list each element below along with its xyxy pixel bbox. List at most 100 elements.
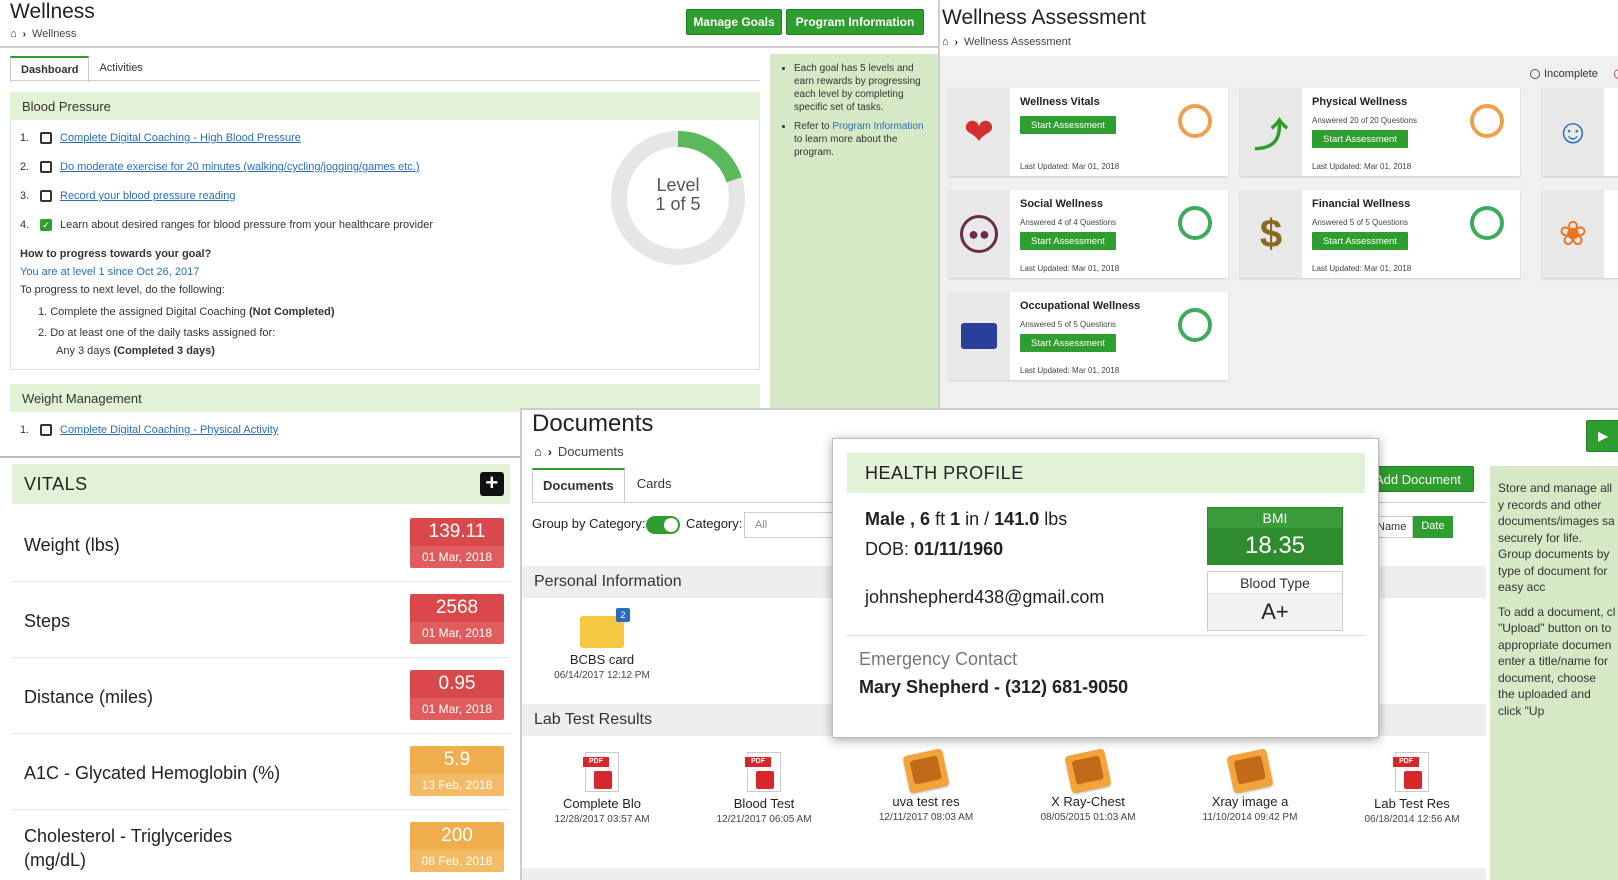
dollar-icon: $: [1259, 211, 1283, 256]
task-item: 2. Do moderate exercise for 20 minutes (…: [20, 161, 420, 173]
manage-goals-button[interactable]: Manage Goals: [686, 9, 782, 35]
breadcrumb-current: Wellness Assessment: [964, 36, 1071, 48]
home-icon[interactable]: ⌂: [10, 28, 17, 40]
sidebar-note: Refer to Program Information to learn mo…: [794, 120, 932, 159]
legend: Incomplete: [1530, 68, 1618, 80]
task-link[interactable]: Complete Digital Coaching - High Blood P…: [60, 132, 301, 144]
page-title: Wellness: [10, 0, 95, 23]
circle-outline-icon: [1613, 69, 1618, 79]
sidebar-note: Each goal has 5 levels and earn rewards …: [794, 62, 932, 114]
breadcrumb: ⌂ › Wellness Assessment: [942, 36, 1071, 48]
task-link[interactable]: Do moderate exercise for 20 minutes (wal…: [60, 161, 420, 173]
sort-control: Name Date: [1370, 516, 1453, 538]
vitals-panel: VITALS + Weight (lbs) 139.11 01 Mar, 201…: [0, 456, 520, 880]
level-donut: Level 1 of 5: [610, 130, 746, 266]
task-item: 3. Record your blood pressure reading: [20, 190, 236, 202]
task-item: 4. ✓ Learn about desired ranges for bloo…: [20, 219, 433, 231]
documents-tabs: Documents Cards: [532, 468, 683, 502]
tab-activities[interactable]: Activities: [89, 56, 152, 83]
pdf-file-icon: PDF: [583, 752, 619, 792]
circle-outline-icon: [1530, 69, 1540, 79]
document-item[interactable]: PDF Complete Blo 12/28/2017 03:57 AM: [532, 752, 672, 825]
pdf-file-icon: PDF: [745, 752, 781, 792]
document-item[interactable]: X Ray-Chest 08/05/2015 01:03 AM: [1018, 748, 1158, 823]
start-assessment-button[interactable]: Start Assessment: [1312, 232, 1408, 250]
breadcrumb-current: Wellness: [32, 28, 77, 40]
vital-label: Cholesterol - Triglycerides (mg/dL): [24, 826, 233, 870]
tab-documents[interactable]: Documents: [532, 468, 625, 502]
group-by-toggle[interactable]: [646, 516, 680, 534]
status-ring: [1178, 308, 1212, 342]
progress-step-2-sub: Any 3 days (Completed 3 days): [56, 345, 215, 357]
task-checkbox[interactable]: [40, 424, 52, 436]
vital-badge: 5.9 13 Feb, 2018: [410, 746, 504, 796]
assessment-card: Occupational Wellness Answered 5 of 5 Qu…: [948, 292, 1228, 380]
task-item: 1. Complete Digital Coaching - Physical …: [20, 424, 279, 436]
breadcrumb: ⌂ › Documents: [534, 444, 624, 459]
tab-divider: [10, 80, 760, 81]
vital-row[interactable]: A1C - Glycated Hemoglobin (%) 5.9 13 Feb…: [12, 736, 510, 810]
program-information-link[interactable]: Program Information: [832, 121, 923, 132]
task-link[interactable]: Complete Digital Coaching - Physical Act…: [60, 424, 278, 436]
document-item[interactable]: PDF Blood Test 12/21/2017 06:05 AM: [694, 752, 834, 825]
start-assessment-button[interactable]: Start Assessment: [1312, 130, 1408, 148]
assessment-card: $ Financial Wellness Answered 5 of 5 Que…: [1240, 190, 1520, 278]
vital-badge: 200 08 Feb, 2018: [410, 822, 504, 872]
pdf-file-icon: PDF: [1393, 752, 1429, 792]
program-information-button[interactable]: Program Information: [786, 9, 924, 35]
chevron-right-icon: ›: [22, 28, 26, 40]
category-select[interactable]: All: [744, 512, 844, 538]
blood-type-box: Blood Type A+: [1207, 571, 1343, 631]
level-since: You are at level 1 since Oct 26, 2017: [20, 266, 200, 278]
start-assessment-button[interactable]: Start Assessment: [1020, 232, 1116, 250]
task-link[interactable]: Record your blood pressure reading: [60, 190, 236, 202]
task-checkbox[interactable]: [40, 161, 52, 173]
vital-row[interactable]: Steps 2568 01 Mar, 2018: [12, 584, 510, 658]
start-assessment-button[interactable]: Start Assessment: [1020, 334, 1116, 352]
progress-step-1: 1. Complete the assigned Digital Coachin…: [38, 306, 335, 318]
start-assessment-button[interactable]: Start Assessment: [1020, 116, 1116, 134]
folder-icon: 2: [580, 608, 630, 648]
documents-title: Documents: [532, 410, 654, 437]
add-vital-button[interactable]: +: [480, 472, 504, 496]
home-icon[interactable]: ⌂: [942, 36, 949, 48]
emergency-contact: Mary Shepherd - (312) 681-9050: [859, 677, 1129, 697]
task-checkbox[interactable]: [40, 190, 52, 202]
vital-label: Distance (miles): [24, 687, 154, 707]
email: johnshepherd438@gmail.com: [865, 587, 1105, 607]
gender-height-weight: Male , 6 ft 1 in / 141.0 lbs: [865, 509, 1068, 529]
wellness-panel: Wellness ⌂ › Wellness Manage Goals Progr…: [0, 0, 938, 456]
document-item[interactable]: Xray image a 11/10/2014 09:42 PM: [1180, 748, 1320, 823]
vital-row[interactable]: Cholesterol - Triglycerides (mg/dL) 200 …: [12, 812, 510, 880]
task-checkbox[interactable]: [40, 132, 52, 144]
chevron-right-icon: ›: [547, 444, 552, 459]
tab-cards[interactable]: Cards: [625, 468, 684, 502]
divider: [0, 46, 938, 48]
play-button[interactable]: ▶: [1586, 420, 1618, 452]
chevron-right-icon: ›: [954, 36, 958, 48]
status-ring: [1470, 104, 1504, 138]
home-icon[interactable]: ⌂: [534, 444, 542, 459]
document-item[interactable]: uva test res 12/11/2017 08:03 AM: [856, 748, 996, 823]
heart-pulse-icon: ❤: [963, 111, 995, 152]
sort-date-button[interactable]: Date: [1413, 516, 1453, 538]
vital-badge: 0.95 01 Mar, 2018: [410, 670, 504, 720]
task-item: 1. Complete Digital Coaching - High Bloo…: [20, 132, 301, 144]
task-checkbox-checked[interactable]: ✓: [40, 219, 52, 231]
vital-badge: 2568 01 Mar, 2018: [410, 594, 504, 644]
vital-row[interactable]: Distance (miles) 0.95 01 Mar, 2018: [12, 660, 510, 734]
donut-progress: [677, 131, 742, 183]
to-progress-text: To progress to next level, do the follow…: [20, 284, 225, 296]
running-person-icon: ⤴: [1254, 116, 1288, 155]
folder-item[interactable]: 2 BCBS card 06/14/2017 12:12 PM: [532, 608, 672, 681]
document-item[interactable]: PDF Lab Test Res 06/18/2014 12:56 AM: [1342, 752, 1482, 825]
tab-dashboard[interactable]: Dashboard: [10, 56, 90, 83]
progress-question: How to progress towards your goal?: [20, 248, 212, 260]
assessment-title: Wellness Assessment: [942, 6, 1146, 29]
smiley-icon: ☺: [1555, 112, 1591, 151]
assessment-card: ●● Social Wellness Answered 4 of 4 Quest…: [948, 190, 1228, 278]
level-label: Level 1 of 5: [655, 175, 701, 214]
assessment-card-partial: ❀: [1542, 190, 1618, 278]
vital-row[interactable]: Weight (lbs) 139.11 01 Mar, 2018: [12, 508, 510, 582]
image-file-icon: [1064, 748, 1112, 794]
